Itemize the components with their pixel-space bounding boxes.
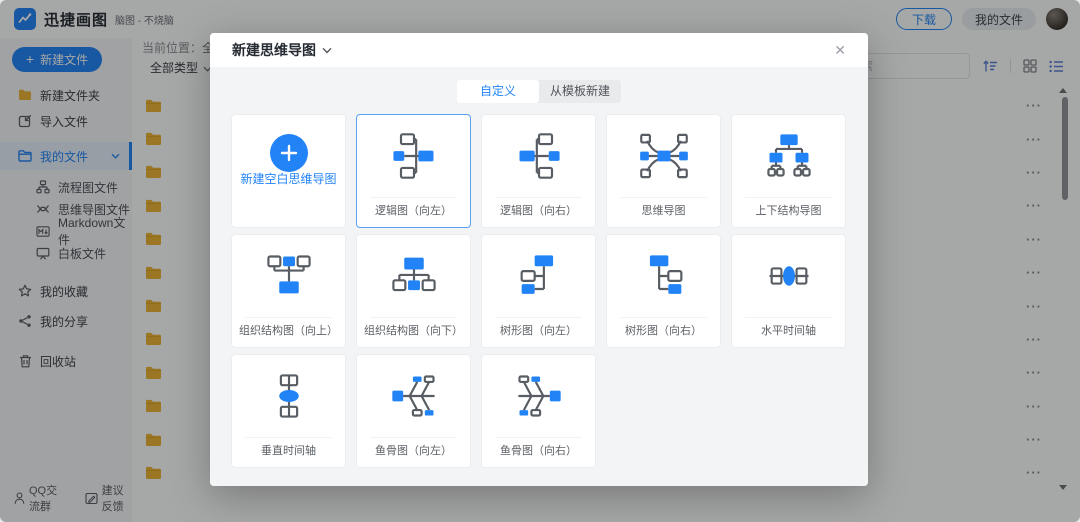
card-label: 思维导图 [641,205,686,217]
plus-circle-icon [269,134,308,172]
timeline-h-diagram-icon [763,250,815,307]
card-divider [245,317,332,318]
card-label: 鱼骨图（向左） [375,445,452,457]
tree-left-diagram-icon [513,250,565,307]
template-card-org-down[interactable]: 组织结构图（向下） [356,234,471,348]
tree-right-diagram-icon [638,250,690,307]
card-divider [620,317,707,318]
card-label: 逻辑图（向右） [500,205,577,217]
card-divider [620,197,707,198]
card-label: 上下结构导图 [755,205,822,217]
card-divider [745,197,832,198]
template-card-mindmap[interactable]: 思维导图 [606,114,721,228]
card-label: 垂直时间轴 [261,445,316,457]
modal-title: 新建思维导图 [232,42,316,58]
template-card-logic-left[interactable]: 逻辑图（向左） [356,114,471,228]
card-divider [370,197,457,198]
chevron-down-icon[interactable] [322,47,332,54]
org-down-diagram-icon [388,250,440,307]
org-up-diagram-icon [263,250,315,307]
card-divider [495,317,582,318]
new-mindmap-modal: 新建思维导图 ✕ 自定义 从模板新建 新建空白思维导图逻辑图（向左） 逻辑图（向右）… [210,33,868,486]
card-divider [245,437,332,438]
card-divider [495,197,582,198]
app-window: 迅捷画图 脑图 - 不烧脑 下载 我的文件 + 新建文件 新建文件夹 导入文件 我的… [0,0,1080,522]
timeline-v-diagram-icon [263,370,315,427]
fishbone-left-diagram-icon [388,370,440,427]
template-grid: 新建空白思维导图逻辑图（向左） 逻辑图（向右） 思维导图 上下结构导图组织结构图（向上… [231,114,868,468]
card-label: 逻辑图（向左） [375,205,452,217]
close-icon[interactable]: ✕ [834,43,846,57]
modal-body: 自定义 从模板新建 新建空白思维导图逻辑图（向左） 逻辑图（向右） 思维导图 上下结构导… [210,67,868,486]
tab-from-template[interactable]: 从模板新建 [539,80,621,103]
card-label: 新建空白思维导图 [240,172,337,186]
card-divider [495,437,582,438]
top-down-diagram-icon [763,130,815,187]
tab-custom[interactable]: 自定义 [457,80,539,103]
modal-header: 新建思维导图 ✕ [210,33,868,67]
logic-left-diagram-icon [388,130,440,187]
mindmap-diagram-icon [638,130,690,187]
card-divider [370,317,457,318]
template-card-fishbone-right[interactable]: 鱼骨图（向右） [481,354,596,468]
template-card-top-down[interactable]: 上下结构导图 [731,114,846,228]
card-divider [370,437,457,438]
card-label: 树形图（向右） [625,325,702,337]
template-card-timeline-v[interactable]: 垂直时间轴 [231,354,346,468]
card-label: 组织结构图（向下） [364,325,463,337]
template-card-tree-left[interactable]: 树形图（向左） [481,234,596,348]
modal-tabs: 自定义 从模板新建 [457,80,621,103]
template-card-fishbone-left[interactable]: 鱼骨图（向左） [356,354,471,468]
card-label: 水平时间轴 [761,325,816,337]
template-card-org-up[interactable]: 组织结构图（向上） [231,234,346,348]
card-label: 组织结构图（向上） [239,325,338,337]
card-label: 鱼骨图（向右） [500,445,577,457]
logic-right-diagram-icon [513,130,565,187]
template-card-timeline-h[interactable]: 水平时间轴 [731,234,846,348]
card-divider [745,317,832,318]
fishbone-right-diagram-icon [513,370,565,427]
template-card-tree-right[interactable]: 树形图（向右） [606,234,721,348]
template-card-blank[interactable]: 新建空白思维导图 [231,114,346,228]
template-card-logic-right[interactable]: 逻辑图（向右） [481,114,596,228]
card-label: 树形图（向左） [500,325,577,337]
